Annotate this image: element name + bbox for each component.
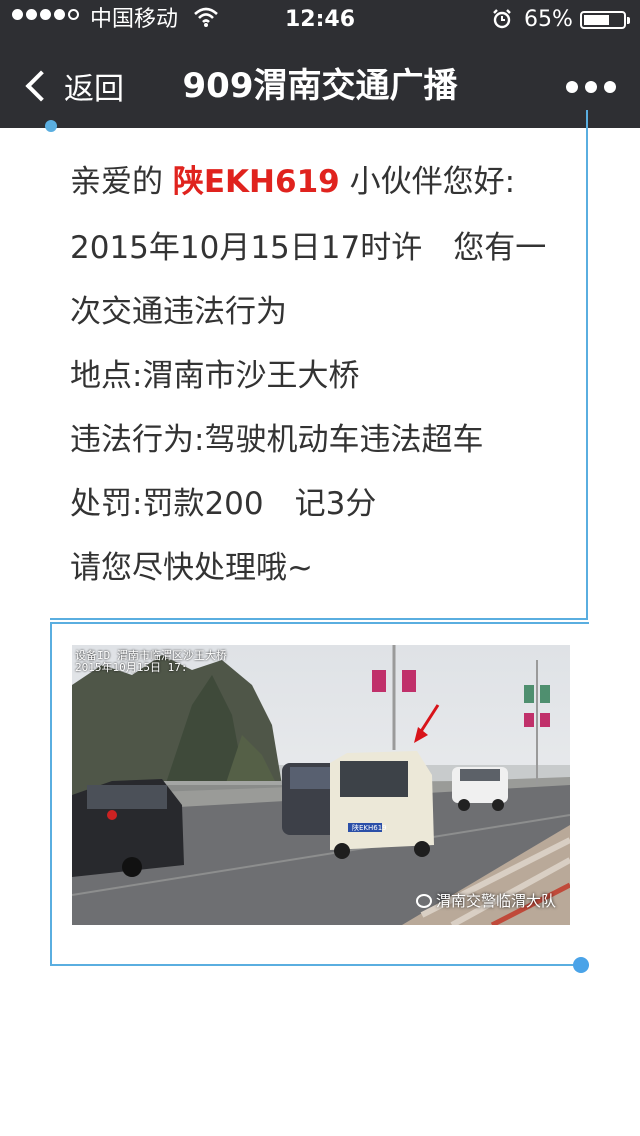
violation-type: 违法行为:驾驶机动车违法超车	[70, 422, 484, 458]
top-bar: 中国移动 12:46 65% 返回 909渭南交通广播	[0, 0, 640, 128]
wechat-icon	[415, 893, 432, 908]
closing-line: 请您尽快处理哦~	[70, 550, 313, 586]
more-dot-icon	[604, 81, 616, 93]
penalty: 处罚:罚款200 记3分	[70, 486, 377, 522]
plate-number: 陕EKH619	[172, 164, 340, 200]
battery-percentage: 65%	[524, 7, 573, 32]
violation-time: 2015年10月15日17时许 您有一	[70, 230, 547, 266]
violation-time-cont: 次交通违法行为	[70, 294, 287, 330]
alarm-clock-icon	[493, 9, 511, 29]
greeting-prefix: 亲爱的	[70, 164, 173, 200]
watermark-label: 渭南交警临渭大队	[435, 892, 556, 910]
camera-timestamp-text: 2015年10月15日 17:	[75, 661, 188, 674]
photo-watermark: 渭南交警临渭大队	[415, 890, 556, 911]
frame-corner-dot	[45, 120, 57, 132]
violation-location: 地点:渭南市沙王大桥	[70, 358, 360, 394]
photo-scene: 陕EKH619	[72, 645, 570, 925]
van-plate-label: 陕EKH619	[352, 823, 387, 832]
greeting-suffix: 小伙伴您好:	[339, 164, 516, 200]
more-options-button[interactable]	[566, 80, 616, 94]
battery-level-fill	[584, 15, 609, 25]
more-dot-icon	[585, 81, 597, 93]
greeting-line: 亲爱的 陕EKH619 小伙伴您好:	[70, 162, 515, 202]
battery-icon	[580, 11, 630, 29]
frame-corner-dot	[573, 957, 589, 973]
page-title: 909渭南交通广播	[182, 66, 458, 106]
more-dot-icon	[566, 81, 578, 93]
traffic-camera-photo: 陕EKH619 设备ID 渭南市临渭区沙王大桥 2015年10月15日 17: …	[72, 645, 570, 925]
status-bar: 中国移动 12:46 65%	[0, 0, 640, 40]
